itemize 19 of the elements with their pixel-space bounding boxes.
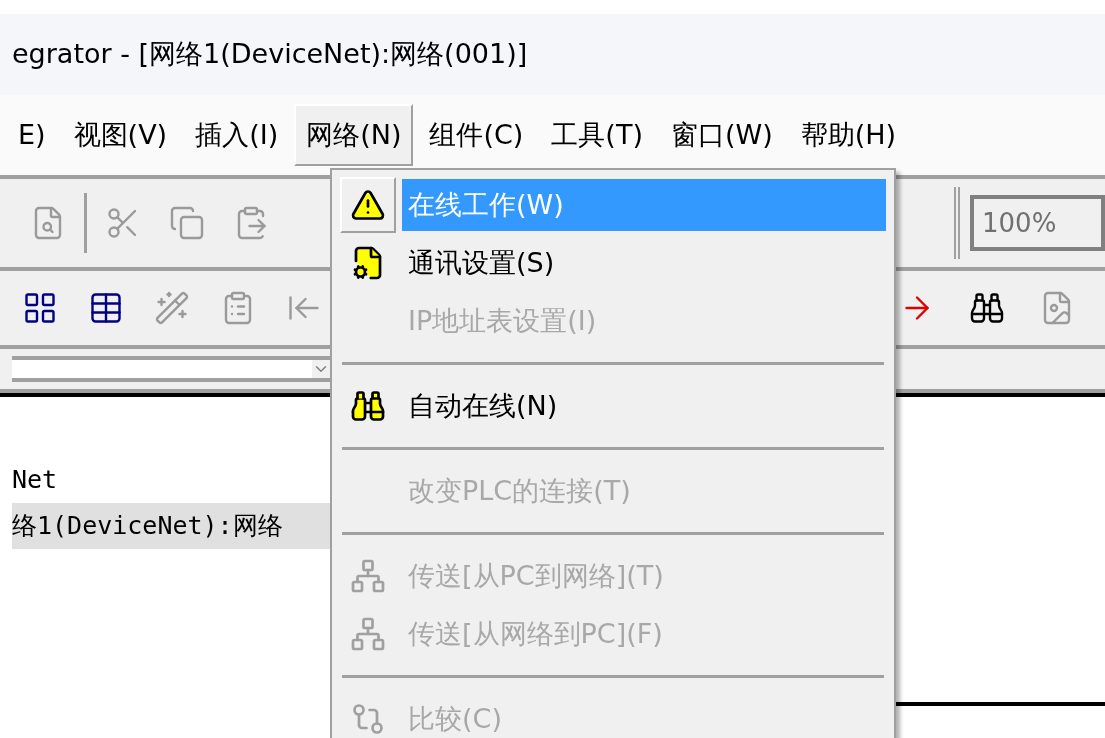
tree-item[interactable]: Net <box>12 457 330 503</box>
menu-item[interactable]: 视图(V) <box>61 104 180 166</box>
zoom-field[interactable]: 100% <box>970 195 1105 251</box>
combo-box[interactable] <box>12 356 330 382</box>
menu-item[interactable]: 帮助(H) <box>788 104 909 166</box>
menu-item[interactable]: 组件(C) <box>417 104 536 166</box>
network-transfer-icon <box>350 616 386 652</box>
window-title: egrator - [网络1(DeviceNet):网络(001)] <box>12 37 528 72</box>
menu-item[interactable]: 窗口(W) <box>658 104 785 166</box>
menu-item[interactable]: 自动在线(N) <box>402 380 886 432</box>
menu-item[interactable]: 网络(N) <box>294 104 414 166</box>
menu-item[interactable]: 工具(T) <box>539 104 655 166</box>
binoculars-icon <box>350 388 386 424</box>
menu-item[interactable]: 插入(I) <box>183 104 291 166</box>
warning-icon <box>350 187 386 223</box>
menu-item[interactable]: 通讯设置(S) <box>402 237 886 289</box>
menu-item[interactable]: E) <box>6 104 58 166</box>
network-transfer-icon <box>350 558 386 594</box>
tree-item[interactable]: 络1(DeviceNet):网络 <box>12 503 330 549</box>
